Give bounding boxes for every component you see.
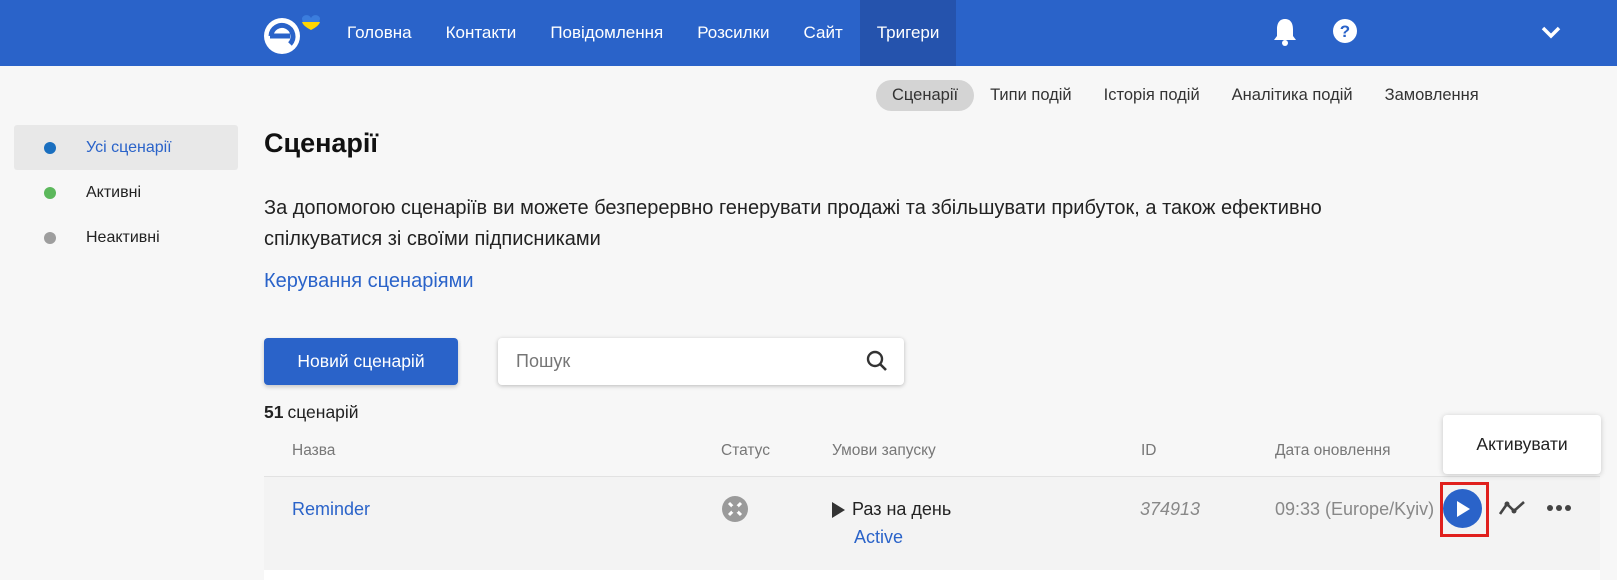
page-title: Сценарії: [264, 128, 379, 158]
inactive-status-icon: [722, 496, 748, 522]
new-scenario-button[interactable]: Новий сценарій: [264, 338, 458, 385]
logo-icon[interactable]: [262, 12, 322, 56]
subnav-item-4[interactable]: Аналітика подій: [1216, 80, 1369, 111]
next-row-placeholder: [264, 570, 1600, 580]
subnav-item-1[interactable]: Сценарії: [876, 80, 975, 111]
launch-condition: Раз на день: [832, 499, 951, 520]
column-header-updated: Дата оновлення: [1275, 442, 1391, 459]
status-dot-icon: [44, 186, 56, 199]
top-navigation-bar: Головна Контакти Повідомлення Розсилки Сайт Т…: [0, 0, 1617, 66]
svg-text:?: ?: [1340, 22, 1350, 41]
main-nav: Головна Контакти Повідомлення Розсилки Сайт Т…: [330, 0, 957, 66]
search-icon[interactable]: [866, 350, 888, 372]
scenario-id: 374913: [1140, 499, 1201, 519]
nav-item-1[interactable]: Головна: [330, 0, 429, 66]
scenario-count-label: сценарій: [287, 402, 359, 422]
updated-date: 09:33 (Europe/Kyiv): [1275, 499, 1435, 519]
page-description: За допомогою сценаріїв ви можете безпере…: [264, 197, 1322, 250]
table-row: Reminder Раз на день Active 374913 09:33…: [264, 476, 1600, 572]
sidebar-item-1[interactable]: Усі сценарії: [14, 125, 238, 170]
activate-play-button[interactable]: [1443, 489, 1482, 528]
subnav-item-3[interactable]: Історія подій: [1088, 80, 1216, 111]
chevron-down-icon[interactable]: [1540, 22, 1562, 42]
triangle-icon: [832, 501, 845, 518]
sub-navigation: Сценарії Типи подій Історія подій Аналітика…: [876, 80, 1495, 111]
status-dot-icon: [44, 231, 56, 244]
nav-item-5[interactable]: Сайт: [787, 0, 860, 66]
activate-tooltip: Активувати: [1443, 415, 1601, 474]
sidebar-item-2[interactable]: Активні: [14, 170, 238, 215]
status-dot-icon: [44, 141, 56, 154]
scenario-name-link[interactable]: Reminder: [292, 499, 370, 520]
scenario-count: 51 сценарій: [264, 402, 359, 423]
sidebar-item-3[interactable]: Неактивні: [14, 215, 238, 260]
column-header-conditions: Умови запуску: [832, 442, 936, 459]
launch-condition-text: Раз на день: [852, 499, 952, 519]
sidebar: Усі сценарії Активні Неактивні: [14, 125, 238, 260]
play-icon: [1456, 500, 1470, 517]
search-input[interactable]: [498, 338, 848, 385]
analytics-icon[interactable]: [1498, 498, 1526, 518]
column-header-name: Назва: [292, 442, 336, 459]
bell-icon[interactable]: [1272, 17, 1298, 47]
condition-status: Active: [854, 527, 904, 547]
sidebar-item-label: Активні: [86, 183, 142, 201]
nav-item-3[interactable]: Повідомлення: [533, 0, 680, 66]
search-box: [498, 338, 904, 385]
column-header-id: ID: [1141, 442, 1157, 459]
scenario-count-number: 51: [264, 402, 284, 422]
more-options-icon[interactable]: [1546, 504, 1572, 512]
manage-scenarios-link[interactable]: Керування сценаріями: [264, 270, 474, 293]
help-icon[interactable]: ?: [1332, 18, 1358, 44]
column-header-status: Статус: [721, 442, 770, 459]
sidebar-item-label: Усі сценарії: [86, 138, 172, 156]
subnav-item-2[interactable]: Типи подій: [974, 80, 1088, 111]
nav-item-2[interactable]: Контакти: [429, 0, 534, 66]
sidebar-item-label: Неактивні: [86, 228, 160, 246]
nav-item-4[interactable]: Розсилки: [680, 0, 786, 66]
nav-item-6[interactable]: Тригери: [859, 0, 957, 66]
subnav-item-5[interactable]: Замовлення: [1369, 80, 1495, 111]
